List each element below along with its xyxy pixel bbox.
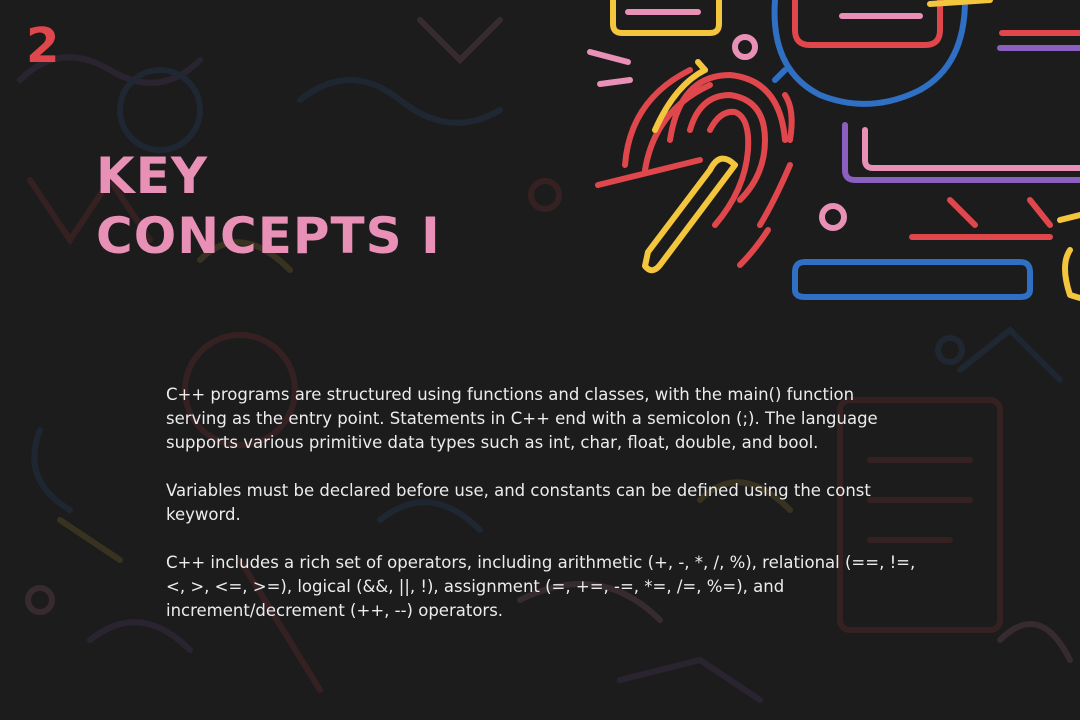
paragraph-variables: Variables must be declared before use, a…: [166, 481, 871, 524]
slide-title: KEY CONCEPTS I: [96, 146, 441, 266]
keyboard-icon: [792, 259, 1033, 300]
fingerprint-icon: [587, 34, 847, 268]
paragraph-operators: C++ includes a rich set of operators, in…: [166, 553, 916, 620]
body-text: C++ programs are structured using functi…: [166, 383, 916, 647]
security-illustration: [587, 0, 1080, 301]
paragraph-structure: C++ programs are structured using functi…: [166, 385, 878, 452]
slide-number: 2: [26, 18, 60, 74]
document-icon: [610, 0, 722, 36]
slide-title-line-2: CONCEPTS I: [96, 207, 441, 265]
magnifier-icon: [771, 0, 993, 107]
slide-title-line-1: KEY: [96, 147, 209, 205]
monitor-icon: [842, 30, 1080, 301]
